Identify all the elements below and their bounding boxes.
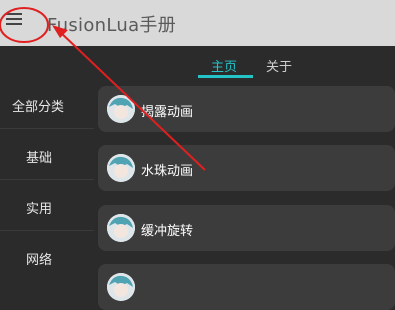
annotation-circle [0, 7, 49, 43]
annotation-arrow-line [57, 29, 206, 171]
annotation-overlay [0, 7, 206, 171]
avatar-icon [107, 273, 135, 301]
